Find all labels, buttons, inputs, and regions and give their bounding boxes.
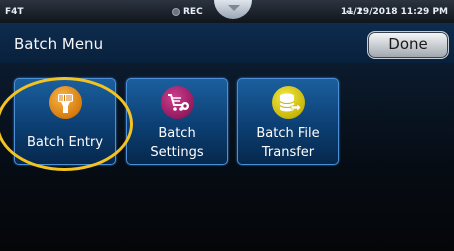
header: Batch Menu Done xyxy=(0,23,454,63)
batch-settings-tile[interactable]: Batch Settings xyxy=(126,78,228,165)
database-transfer-icon xyxy=(272,86,305,119)
rec-label: REC xyxy=(183,7,203,17)
rec-indicator: REC xyxy=(172,7,203,17)
barcode-scanner-icon xyxy=(49,86,82,119)
pull-down-tab[interactable] xyxy=(214,0,252,19)
done-button[interactable]: Done xyxy=(367,31,449,59)
batch-settings-label-line1: Batch xyxy=(158,126,196,141)
page-title: Batch Menu xyxy=(14,35,104,53)
batch-file-transfer-label-line2: Transfer xyxy=(261,145,315,160)
batch-entry-tile[interactable]: Batch Entry xyxy=(14,78,116,165)
status-bar: F4T REC ⭠ 1 11/29/2018 11:29 PM xyxy=(0,0,454,23)
cart-gear-icon xyxy=(161,86,194,119)
main-content: Batch Entry Batch Settings Batch File Tr… xyxy=(0,63,454,251)
batch-entry-label: Batch Entry xyxy=(26,135,104,150)
record-icon xyxy=(172,8,180,16)
batch-file-transfer-label-line1: Batch File xyxy=(256,126,320,141)
batch-settings-label-line2: Settings xyxy=(150,145,204,160)
device-name: F4T xyxy=(5,7,24,17)
datetime: 11/29/2018 11:29 PM xyxy=(340,7,448,17)
batch-file-transfer-tile[interactable]: Batch File Transfer xyxy=(237,78,339,165)
